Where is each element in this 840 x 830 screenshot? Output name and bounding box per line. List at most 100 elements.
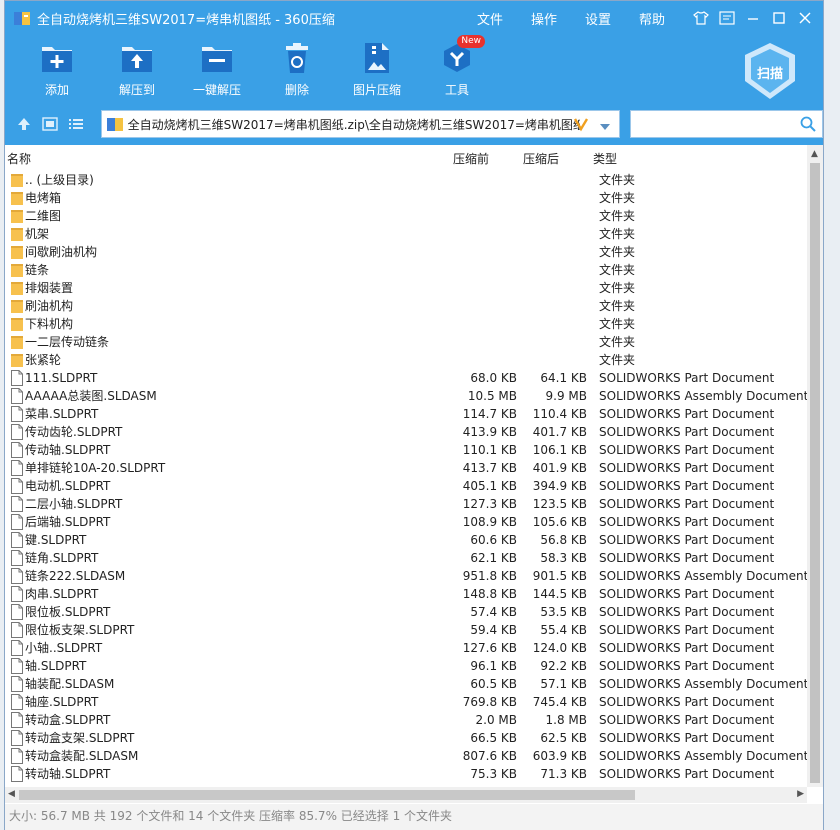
scan-button[interactable]: 扫描: [741, 41, 799, 103]
add-button[interactable]: 添加: [17, 35, 97, 103]
size-before: 127.3 KB: [462, 497, 517, 511]
path-history-icon[interactable]: [573, 116, 589, 135]
zip-file-icon: [106, 116, 124, 132]
col-name[interactable]: 名称: [7, 150, 31, 167]
list-item[interactable]: AAAAA总装图.SLDASM 10.5 MB 9.9 MB SOLIDWORKS A…: [5, 387, 808, 405]
file-type: SOLIDWORKS Part Document: [599, 497, 775, 511]
list-item[interactable]: 肉串.SLDPRT 148.8 KB 144.5 KB SOLIDWORKS Part…: [5, 585, 805, 603]
list-item[interactable]: 链角.SLDPRT 62.1 KB 58.3 KB SOLIDWORKS Part D…: [5, 549, 805, 567]
size-before: 413.9 KB: [462, 425, 517, 439]
size-after: 745.4 KB: [532, 695, 587, 709]
list-item[interactable]: 键.SLDPRT 60.6 KB 56.8 KB SOLIDWORKS Part Do…: [5, 531, 805, 549]
list-item[interactable]: 二层小轴.SLDPRT 127.3 KB 123.5 KB SOLIDWORKS Pa…: [5, 495, 805, 513]
col-after[interactable]: 压缩后: [523, 150, 559, 167]
list-item[interactable]: 轴装配.SLDASM 60.5 KB 57.1 KB SOLIDWORKS Assem…: [5, 675, 808, 693]
list-item[interactable]: 限位板支架.SLDPRT 59.4 KB 55.4 KB SOLIDWORKS Par…: [5, 621, 805, 639]
path-field[interactable]: 全自动烧烤机三维SW2017=烤串机图纸.zip\全自动烧烤机三维SW2017=…: [100, 110, 620, 138]
list-item[interactable]: 转动轴.SLDPRT 75.3 KB 71.3 KB SOLIDWORKS Part …: [5, 765, 805, 783]
menu-operate[interactable]: 操作: [531, 9, 557, 28]
folder-icon: [11, 244, 23, 260]
vertical-scroll-thumb[interactable]: [810, 163, 820, 783]
list-view-icon[interactable]: [65, 113, 87, 135]
list-item[interactable]: 链条 文件夹: [5, 261, 805, 279]
list-item[interactable]: 下料机构 文件夹: [5, 315, 805, 333]
list-item[interactable]: 传动齿轮.SLDPRT 413.9 KB 401.7 KB SOLIDWORKS Pa…: [5, 423, 805, 441]
file-type: 文件夹: [599, 317, 636, 331]
vertical-scrollbar[interactable]: ▲: [807, 145, 823, 787]
file-name: 键.SLDPRT: [25, 533, 87, 547]
list-item[interactable]: 转动盒支架.SLDPRT 66.5 KB 62.5 KB SOLIDWORKS Par…: [5, 729, 805, 747]
file-name: 刷油机构: [25, 299, 74, 313]
list-item[interactable]: 刷油机构 文件夹: [5, 297, 805, 315]
col-type[interactable]: 类型: [593, 150, 617, 167]
menu-file[interactable]: 文件: [477, 9, 503, 28]
size-before: 405.1 KB: [462, 479, 517, 493]
file-type: SOLIDWORKS Part Document: [599, 551, 775, 565]
file-name: 一二层传动链条: [25, 335, 110, 349]
list-item[interactable]: 电动机.SLDPRT 405.1 KB 394.9 KB SOLIDWORKS Par…: [5, 477, 805, 495]
list-item[interactable]: 小轴..SLDPRT 127.6 KB 124.0 KB SOLIDWORKS Par…: [5, 639, 805, 657]
size-after: 401.7 KB: [532, 425, 587, 439]
list-item[interactable]: 转动盒.SLDPRT 2.0 MB 1.8 MB SOLIDWORKS Part Do…: [5, 711, 805, 729]
close-icon[interactable]: [795, 8, 815, 28]
file-type: SOLIDWORKS Part Document: [599, 371, 775, 385]
list-item[interactable]: 链条222.SLDASM 951.8 KB 901.5 KB SOLIDWORKS A…: [5, 567, 808, 585]
list-item[interactable]: 二维图 文件夹: [5, 207, 805, 225]
list-item[interactable]: 电烤箱 文件夹: [5, 189, 805, 207]
menu-settings[interactable]: 设置: [585, 9, 611, 28]
size-after: 55.4 KB: [540, 623, 587, 637]
list-item[interactable]: 转动盒装配.SLDASM 807.6 KB 603.9 KB SOLIDWORKS A…: [5, 747, 808, 765]
size-after: 105.6 KB: [532, 515, 587, 529]
file-icon: [11, 694, 23, 710]
list-item[interactable]: 菜串.SLDPRT 114.7 KB 110.4 KB SOLIDWORKS Part…: [5, 405, 805, 423]
file-type: 文件夹: [599, 173, 636, 187]
list-item[interactable]: 排烟装置 文件夹: [5, 279, 805, 297]
file-name: 链条: [25, 263, 50, 277]
extract-to-button[interactable]: 解压到: [97, 35, 177, 103]
image-compress-button[interactable]: 图片压缩: [337, 35, 417, 103]
search-icon[interactable]: [800, 116, 816, 135]
minimize-icon[interactable]: [743, 8, 763, 28]
list-item[interactable]: 传动轴.SLDPRT 110.1 KB 106.1 KB SOLIDWORKS Par…: [5, 441, 805, 459]
list-item[interactable]: 一二层传动链条 文件夹: [5, 333, 805, 351]
file-type: 文件夹: [599, 209, 636, 223]
list-item[interactable]: 轴.SLDPRT 96.1 KB 92.2 KB SOLIDWORKS Part Do…: [5, 657, 805, 675]
file-type: SOLIDWORKS Part Document: [599, 515, 775, 529]
file-type: 文件夹: [599, 191, 636, 205]
list-item[interactable]: 机架 文件夹: [5, 225, 805, 243]
tools-button[interactable]: 工具 New: [417, 35, 497, 103]
skin-icon[interactable]: [691, 8, 711, 28]
horizontal-scrollbar[interactable]: ◀ ▶: [5, 787, 807, 803]
file-type: 文件夹: [599, 335, 636, 349]
list-item[interactable]: 间歇刷油机构 文件夹: [5, 243, 805, 261]
scroll-left-icon[interactable]: ◀: [8, 789, 15, 799]
up-level-icon[interactable]: [13, 113, 35, 135]
menu-help[interactable]: 帮助: [639, 9, 665, 28]
one-click-extract-button[interactable]: 一键解压: [177, 35, 257, 103]
chevron-down-icon[interactable]: [599, 120, 611, 134]
thumbnail-view-icon[interactable]: [39, 113, 61, 135]
search-input[interactable]: [631, 111, 791, 137]
list-item[interactable]: 单排链轮10A-20.SLDPRT 413.7 KB 401.9 KB SOLIDWO…: [5, 459, 805, 477]
col-before[interactable]: 压缩前: [453, 150, 489, 167]
path-text: 全自动烧烤机三维SW2017=烤串机图纸.zip\全自动烧烤机三维SW2017=…: [127, 117, 580, 132]
folder-icon: [11, 262, 23, 278]
scroll-up-icon[interactable]: ▲: [811, 149, 818, 159]
file-name: 限位板.SLDPRT: [25, 605, 111, 619]
list-item[interactable]: 轴座.SLDPRT 769.8 KB 745.4 KB SOLIDWORKS Part…: [5, 693, 805, 711]
list-item[interactable]: 限位板.SLDPRT 57.4 KB 53.5 KB SOLIDWORKS Part …: [5, 603, 805, 621]
maximize-icon[interactable]: [769, 8, 789, 28]
delete-button[interactable]: 删除: [257, 35, 337, 103]
file-icon: [11, 550, 23, 566]
file-icon: [11, 532, 23, 548]
file-icon: [11, 658, 23, 674]
list-item[interactable]: 张紧轮 文件夹: [5, 351, 805, 369]
folder-icon: [11, 226, 23, 242]
scroll-right-icon[interactable]: ▶: [797, 789, 804, 799]
size-after: 124.0 KB: [532, 641, 587, 655]
list-item[interactable]: 后端轴.SLDPRT 108.9 KB 105.6 KB SOLIDWORKS Par…: [5, 513, 805, 531]
list-item[interactable]: .. (上级目录) 文件夹: [5, 171, 805, 189]
feedback-icon[interactable]: [717, 8, 737, 28]
horizontal-scroll-thumb[interactable]: [19, 790, 635, 800]
list-item[interactable]: 111.SLDPRT 68.0 KB 64.1 KB SOLIDWORKS Part …: [5, 369, 805, 387]
